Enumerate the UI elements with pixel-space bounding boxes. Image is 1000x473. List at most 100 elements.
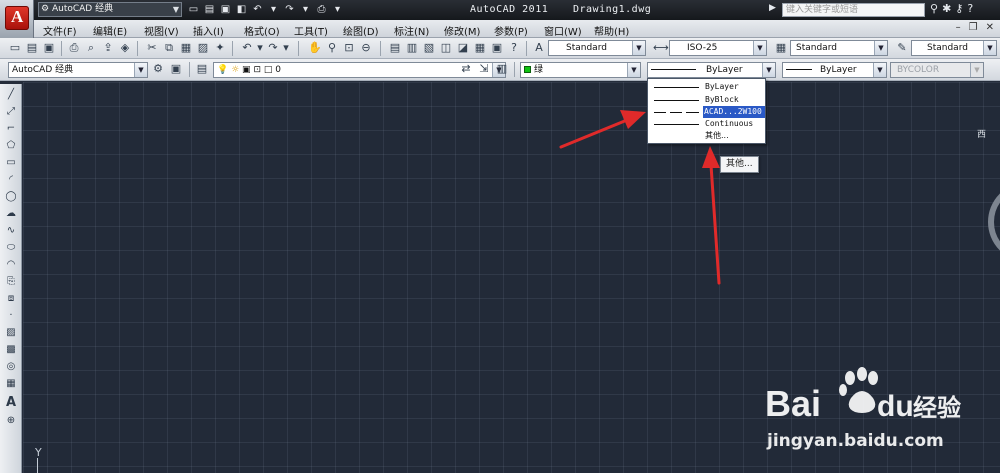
close-icon[interactable]: ✕ — [986, 22, 994, 33]
chevron-down-icon[interactable]: ▼ — [627, 63, 640, 77]
help-icon[interactable]: ? — [967, 2, 973, 15]
redo-icon[interactable]: ↷ — [283, 3, 296, 16]
ellipse-icon[interactable]: ⬭ — [4, 241, 18, 255]
ellipse-arc-icon[interactable]: ◠ — [4, 258, 18, 272]
drawing-canvas[interactable]: Y 西 — [23, 82, 1000, 473]
pan-icon[interactable]: ✋ — [308, 41, 322, 55]
chevron-right-icon[interactable]: ▶ — [769, 3, 776, 13]
make-block-icon[interactable]: ⧈ — [4, 292, 18, 306]
undo-dropdown-icon[interactable]: ▾ — [267, 3, 280, 16]
make-current-layer-icon[interactable]: ⇄ — [459, 62, 473, 76]
help-icon[interactable]: ? — [507, 41, 521, 55]
menu-dimension[interactable]: 标注(N) — [394, 23, 429, 38]
new-file-icon[interactable]: ▭ — [187, 3, 200, 16]
circle-icon[interactable]: ◯ — [4, 190, 18, 204]
redo-dropdown-icon[interactable]: ▾ — [299, 3, 312, 16]
line-icon[interactable]: ╱ — [4, 88, 18, 102]
undo-icon[interactable]: ↶ — [251, 3, 264, 16]
menu-tools[interactable]: 工具(T) — [294, 23, 328, 38]
chevron-down-icon[interactable]: ▼ — [983, 41, 996, 55]
copy-icon[interactable]: ⧉ — [162, 41, 176, 55]
print-icon[interactable]: ⎙ — [315, 3, 328, 16]
linetype-option-bylayer[interactable]: ByLayer — [649, 81, 764, 93]
rectangle-icon[interactable]: ▭ — [4, 156, 18, 170]
region-icon[interactable]: ◎ — [4, 360, 18, 374]
chevron-down-icon[interactable]: ▼ — [762, 63, 775, 77]
save-as-icon[interactable]: ◧ — [235, 3, 248, 16]
zoom-previous-icon[interactable]: ⊖ — [359, 41, 373, 55]
dimension-style-select[interactable]: ISO-25 ▼ — [669, 40, 767, 56]
menu-insert[interactable]: 插入(I) — [193, 23, 224, 38]
toolbar-lock-icon[interactable]: ▣ — [169, 62, 183, 76]
plot-icon[interactable]: ⎙ — [67, 41, 81, 55]
gradient-icon[interactable]: ▩ — [4, 343, 18, 357]
calculator-icon[interactable]: ▣ — [490, 41, 504, 55]
properties-icon[interactable]: ▤ — [388, 41, 402, 55]
chevron-down-icon[interactable]: ▼ — [134, 63, 147, 77]
menu-parametric[interactable]: 参数(P) — [494, 23, 528, 38]
chevron-down-icon[interactable]: ▼ — [753, 41, 766, 55]
star-icon[interactable]: ✱ — [942, 2, 951, 15]
add-selected-icon[interactable]: ⊕ — [4, 414, 18, 428]
multiline-text-icon[interactable]: A — [4, 396, 18, 410]
arc-icon[interactable]: ◜ — [4, 173, 18, 187]
chevron-down-icon[interactable]: ▼ — [874, 41, 887, 55]
markup-icon[interactable]: ◪ — [456, 41, 470, 55]
linetype-option-continuous[interactable]: Continuous — [649, 118, 764, 130]
point-icon[interactable]: · — [4, 309, 18, 323]
hatch-icon[interactable]: ▨ — [4, 326, 18, 340]
linetype-option-acad-sample[interactable] — [649, 106, 701, 118]
workspace-settings-icon[interactable]: ⚙ — [151, 62, 165, 76]
plot-preview-icon[interactable]: ⌕ — [84, 41, 98, 55]
linetype-option-acad-highlight[interactable]: ACAD...2W100 — [703, 106, 765, 118]
revision-cloud-icon[interactable]: ☁ — [4, 207, 18, 221]
workspace-switcher[interactable]: ⚙ AutoCAD 经典 ▼ — [38, 2, 182, 17]
restore-icon[interactable]: ❐ — [969, 22, 978, 33]
spline-icon[interactable]: ∿ — [4, 224, 18, 238]
lineweight-select[interactable]: ByLayer ▼ — [782, 62, 887, 78]
help-search-input[interactable]: 键入关键字或短语 — [782, 3, 925, 17]
layer-previous-icon[interactable]: ⇲ — [477, 62, 491, 76]
chevron-down-icon[interactable]: ▼ — [873, 63, 886, 77]
sheet-set-icon[interactable]: ◫ — [439, 41, 453, 55]
table-icon[interactable]: ▦ — [4, 377, 18, 391]
quickcalc-icon[interactable]: ▦ — [473, 41, 487, 55]
workspace-select[interactable]: AutoCAD 经典 ▼ — [8, 62, 148, 78]
save-icon[interactable]: ▣ — [219, 3, 232, 16]
menu-format[interactable]: 格式(O) — [244, 23, 280, 38]
polyline-icon[interactable]: ⌐ — [4, 122, 18, 136]
customize-dropdown-icon[interactable]: ▾ — [331, 3, 344, 16]
new-icon[interactable]: ▭ — [8, 41, 22, 55]
block-editor-icon[interactable]: ✦ — [213, 41, 227, 55]
3d-dwf-icon[interactable]: ◈ — [118, 41, 132, 55]
application-menu-button[interactable]: A — [0, 0, 34, 38]
binoculars-icon[interactable]: ⚲ — [930, 2, 938, 15]
menu-modify[interactable]: 修改(M) — [444, 23, 480, 38]
table-style-select[interactable]: Standard ▼ — [790, 40, 888, 56]
paste-icon[interactable]: ▦ — [179, 41, 193, 55]
tool-palettes-icon[interactable]: ▧ — [422, 41, 436, 55]
undo-dropdown-icon[interactable]: ▾ — [253, 41, 267, 55]
redo-dropdown-icon[interactable]: ▾ — [279, 41, 293, 55]
menu-draw[interactable]: 绘图(D) — [343, 23, 379, 38]
publish-icon[interactable]: ⇪ — [101, 41, 115, 55]
chevron-down-icon[interactable]: ▼ — [632, 41, 645, 55]
match-properties-icon[interactable]: ▨ — [196, 41, 210, 55]
menu-window[interactable]: 窗口(W) — [544, 23, 582, 38]
zoom-window-icon[interactable]: ⊡ — [342, 41, 356, 55]
layer-properties-icon[interactable]: ▤ — [195, 62, 209, 76]
design-center-icon[interactable]: ▥ — [405, 41, 419, 55]
linetype-option-other[interactable]: 其他... — [649, 130, 764, 142]
open-folder-icon[interactable]: ▤ — [203, 3, 216, 16]
viewcube-ring[interactable] — [988, 182, 1000, 262]
multileader-style-select[interactable]: Standard ▼ — [911, 40, 997, 56]
insert-block-icon[interactable]: ⎘ — [4, 275, 18, 289]
redo-icon[interactable]: ↷ — [266, 41, 280, 55]
linetype-select[interactable]: ByLayer ▼ — [647, 62, 776, 78]
open-icon[interactable]: ▤ — [25, 41, 39, 55]
key-icon[interactable]: ⚷ — [955, 2, 963, 15]
menu-edit[interactable]: 编辑(E) — [93, 23, 127, 38]
layer-states-icon[interactable]: ▥ — [495, 62, 509, 76]
viewcube-west-label[interactable]: 西 — [977, 127, 986, 140]
polygon-icon[interactable]: ⬠ — [4, 139, 18, 153]
